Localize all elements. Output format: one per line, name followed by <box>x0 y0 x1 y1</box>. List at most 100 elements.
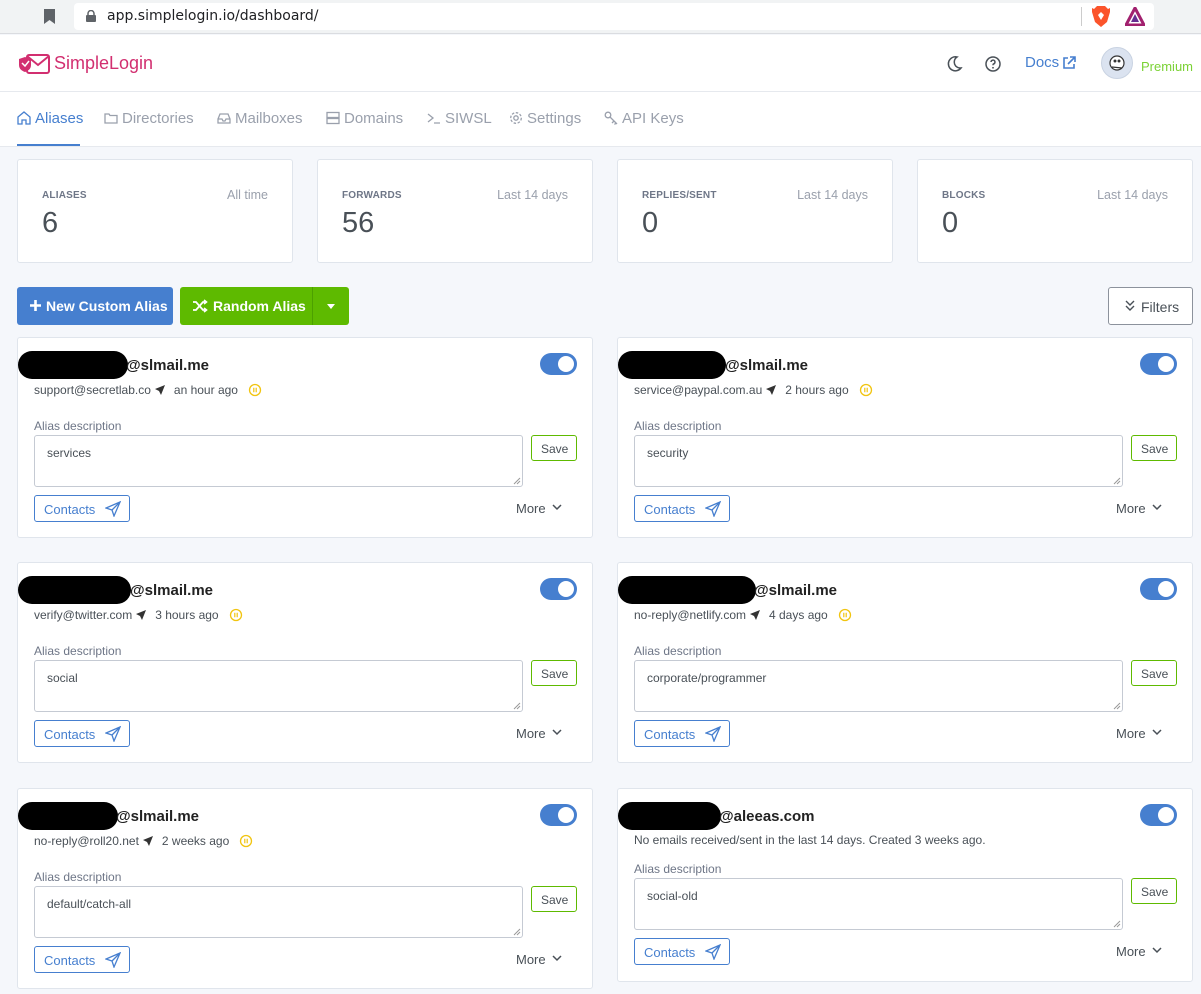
caret-down-icon <box>327 304 335 309</box>
more-toggle[interactable]: More <box>516 726 562 741</box>
alias-email[interactable]: @slmail.me <box>126 357 209 374</box>
server-icon <box>326 111 340 125</box>
docs-link[interactable]: Docs <box>1025 54 1059 71</box>
stat-label: REPLIES/SENT <box>642 190 717 201</box>
description-textarea[interactable]: social <box>34 660 523 712</box>
description-textarea[interactable]: corporate/programmer <box>634 660 1123 712</box>
contacts-button[interactable]: Contacts <box>34 946 130 973</box>
brave-shield-icon[interactable] <box>1091 6 1111 27</box>
alias-enabled-toggle[interactable] <box>540 804 577 826</box>
resize-grip-icon[interactable] <box>513 702 521 710</box>
folder-icon <box>104 113 118 124</box>
resize-grip-icon[interactable] <box>513 477 521 485</box>
alias-enabled-toggle[interactable] <box>540 353 577 375</box>
random-alias-dropdown-button[interactable] <box>312 287 349 325</box>
alias-enabled-toggle[interactable] <box>540 578 577 600</box>
lock-icon <box>86 10 96 22</box>
more-toggle[interactable]: More <box>1116 726 1162 741</box>
stat-range: All time <box>227 188 268 202</box>
description-textarea[interactable]: default/catch-all <box>34 886 523 938</box>
plus-icon <box>30 300 41 311</box>
filters-button[interactable]: Filters <box>1108 287 1193 325</box>
save-button[interactable]: Save <box>531 886 577 912</box>
paper-plane-icon <box>705 726 721 742</box>
alias-email[interactable]: @slmail.me <box>116 808 199 825</box>
address-bar[interactable]: app.simplelogin.io/dashboard/ <box>74 3 1154 30</box>
alias-email[interactable]: @slmail.me <box>725 357 808 374</box>
stat-label: FORWARDS <box>342 190 402 201</box>
resize-grip-icon[interactable] <box>1113 920 1121 928</box>
help-icon[interactable] <box>984 55 1002 73</box>
stat-label: ALIASES <box>42 190 87 201</box>
contacts-button[interactable]: Contacts <box>34 720 130 747</box>
divider <box>1081 7 1082 26</box>
random-alias-button[interactable]: Random Alias <box>180 287 312 325</box>
alias-email[interactable]: @slmail.me <box>130 582 213 599</box>
redacted-alias-name <box>18 351 128 379</box>
resize-grip-icon[interactable] <box>1113 702 1121 710</box>
save-button[interactable]: Save <box>1131 660 1177 686</box>
alias-activity: verify@twitter.com 3 hours ago <box>34 608 243 622</box>
more-toggle[interactable]: More <box>1116 501 1162 516</box>
alias-activity: no-reply@netlify.com 4 days ago <box>634 608 852 622</box>
description-textarea[interactable]: security <box>634 435 1123 487</box>
alias-card: @slmail.me support@secretlab.co an hour a… <box>17 337 593 538</box>
description-label: Alias description <box>634 419 722 433</box>
last-sender: no-reply@roll20.net <box>34 834 139 848</box>
paper-plane-icon <box>105 501 121 517</box>
pause-icon <box>240 834 253 848</box>
chevron-down-icon <box>1152 947 1162 954</box>
avatar[interactable] <box>1101 47 1133 79</box>
alias-enabled-toggle[interactable] <box>1140 804 1177 826</box>
chevron-down-icon <box>552 504 562 511</box>
main-nav: Aliases Directories Mailboxes Domains SI… <box>0 92 1201 147</box>
send-icon <box>142 836 153 846</box>
alias-enabled-toggle[interactable] <box>1140 578 1177 600</box>
alias-card: @aleeas.com No emails received/sent in t… <box>617 788 1193 982</box>
alias-email[interactable]: @slmail.me <box>754 582 837 599</box>
alias-email[interactable]: @aleeas.com <box>719 808 815 825</box>
bookmark-icon[interactable] <box>44 9 55 24</box>
contacts-button[interactable]: Contacts <box>634 495 730 522</box>
resize-grip-icon[interactable] <box>1113 477 1121 485</box>
save-button[interactable]: Save <box>531 660 577 686</box>
save-button[interactable]: Save <box>1131 435 1177 461</box>
moon-icon[interactable] <box>945 55 963 73</box>
redacted-alias-name <box>618 576 756 604</box>
external-link-icon[interactable] <box>1061 55 1077 71</box>
pause-icon <box>859 383 872 397</box>
contacts-button[interactable]: Contacts <box>634 720 730 747</box>
description-label: Alias description <box>34 419 122 433</box>
last-sender: support@secretlab.co <box>34 383 151 397</box>
save-button[interactable]: Save <box>1131 878 1177 904</box>
tab-aliases[interactable]: Aliases <box>17 110 83 146</box>
more-toggle[interactable]: More <box>516 952 562 967</box>
alias-enabled-toggle[interactable] <box>1140 353 1177 375</box>
redacted-alias-name <box>618 802 721 830</box>
resize-grip-icon[interactable] <box>513 928 521 936</box>
alias-activity: no-reply@roll20.net 2 weeks ago <box>34 834 253 848</box>
contacts-button[interactable]: Contacts <box>634 938 730 965</box>
chevron-down-icon <box>552 955 562 962</box>
logo-envelope-icon[interactable] <box>17 53 51 75</box>
new-custom-alias-button[interactable]: New Custom Alias <box>17 287 173 325</box>
stat-range: Last 14 days <box>1097 188 1168 202</box>
more-toggle[interactable]: More <box>1116 944 1162 959</box>
description-textarea[interactable]: services <box>34 435 523 487</box>
description-label: Alias description <box>34 644 122 658</box>
stat-value: 0 <box>942 207 959 239</box>
alias-activity: service@paypal.com.au 2 hours ago <box>634 383 873 397</box>
url-text[interactable]: app.simplelogin.io/dashboard/ <box>107 8 319 24</box>
alias-card: @slmail.me no-reply@roll20.net 2 weeks ag… <box>17 788 593 989</box>
send-icon <box>750 610 760 620</box>
contacts-button[interactable]: Contacts <box>34 495 130 522</box>
chevron-down-icon <box>552 729 562 736</box>
pause-icon <box>248 383 262 397</box>
brand-name[interactable]: SimpleLogin <box>54 53 153 74</box>
brave-rewards-icon[interactable] <box>1125 7 1145 26</box>
chevrons-down-icon <box>1125 300 1135 311</box>
save-button[interactable]: Save <box>531 435 577 461</box>
activity-time: 2 hours ago <box>785 383 849 397</box>
more-toggle[interactable]: More <box>516 501 562 516</box>
description-textarea[interactable]: social-old <box>634 878 1123 930</box>
